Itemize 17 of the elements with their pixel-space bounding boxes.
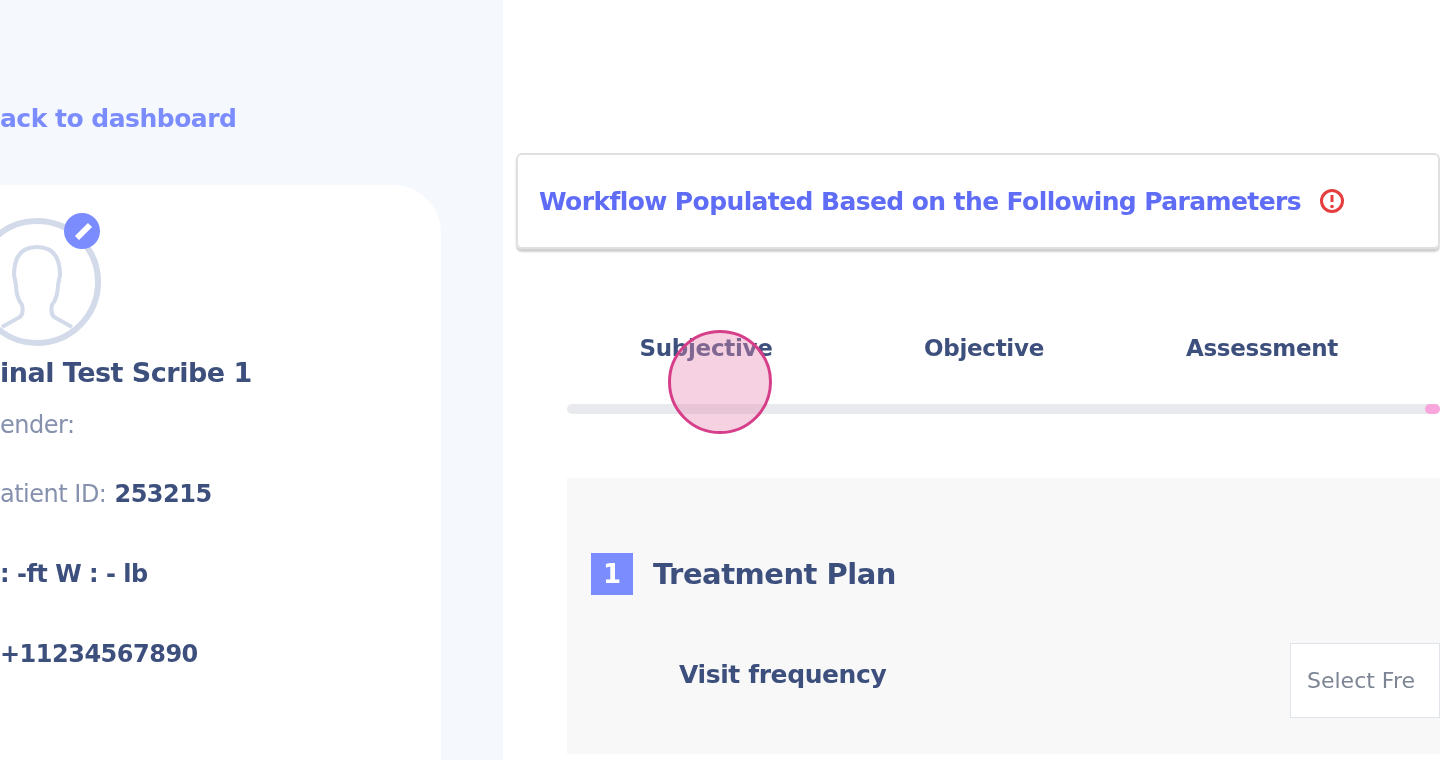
section-title: Treatment Plan xyxy=(653,557,896,591)
field-label: atient ID: xyxy=(0,480,107,508)
field-label: ender: xyxy=(0,411,75,439)
active-tab-indicator xyxy=(1425,404,1440,414)
field-value: +11234567890 xyxy=(0,640,198,668)
frequency-select[interactable]: Select Fre xyxy=(1290,643,1440,718)
field-label: Visit frequency xyxy=(679,660,888,689)
patient-name: inal Test Scribe 1 xyxy=(0,357,252,388)
avatar-icon xyxy=(0,217,102,347)
field-value: : -ft W : - lb xyxy=(0,560,148,588)
tab[interactable]: Objective xyxy=(845,335,1123,361)
section-number: 1 xyxy=(591,553,633,595)
edit-icon[interactable] xyxy=(64,213,100,249)
tab[interactable]: Assessment xyxy=(1123,335,1401,361)
banner-title: Workflow Populated Based on the Following Parameters xyxy=(539,186,1302,216)
alert-icon[interactable] xyxy=(1319,188,1346,214)
field-value: 253215 xyxy=(114,480,212,508)
